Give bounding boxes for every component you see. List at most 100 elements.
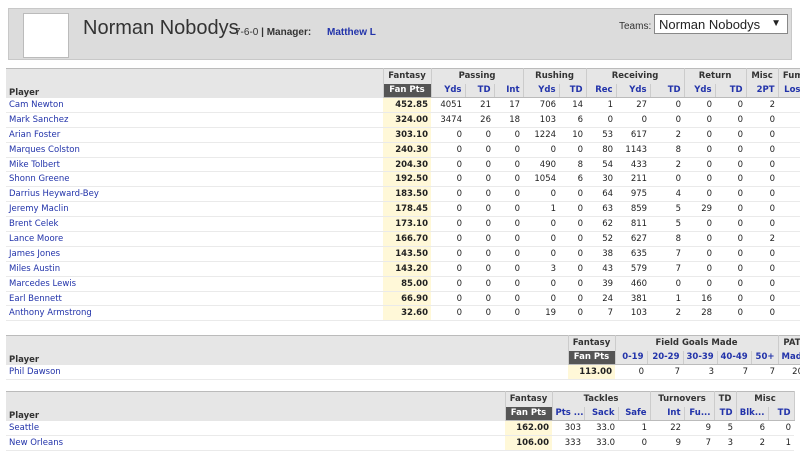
stat-cell: 29: [684, 201, 716, 218]
column-header[interactable]: TD: [768, 406, 795, 421]
player-name-link[interactable]: Miles Austin: [6, 261, 383, 277]
stat-cell: 1: [768, 435, 795, 451]
column-header[interactable]: 0-19: [615, 350, 648, 365]
player-name-link[interactable]: Seattle: [6, 420, 505, 436]
stat-cell: 706: [523, 97, 560, 113]
column-header[interactable]: Pts ...: [552, 406, 585, 421]
column-header[interactable]: Sack: [584, 406, 619, 421]
stat-cell: 1: [778, 216, 800, 233]
stat-cell: 103: [616, 305, 651, 322]
stat-cell: 0: [523, 246, 560, 262]
group-header: Misc: [746, 68, 779, 84]
table-row: Cam Newton452.85405121177061412700022: [6, 97, 800, 113]
teams-dropdown[interactable]: Norman Nobodys ▼: [654, 14, 788, 34]
stat-cell: 0: [559, 201, 587, 218]
stat-cell: 30: [586, 171, 617, 188]
column-header[interactable]: Lost: [778, 83, 800, 98]
stat-cell: 0: [494, 186, 524, 203]
column-header[interactable]: 2PT: [746, 83, 779, 98]
player-name-link[interactable]: Mike Tolbert: [6, 157, 383, 173]
stat-cell: 490: [523, 157, 560, 173]
stat-cell: 0: [465, 246, 494, 262]
stat-cell: 0: [494, 291, 524, 307]
stat-cell: 53: [586, 127, 617, 143]
player-column-header: Player: [6, 68, 384, 98]
player-name-link[interactable]: Phil Dawson: [6, 364, 568, 380]
player-name-link[interactable]: New Orleans: [6, 435, 505, 451]
table-row: James Jones143.50000003863570000: [6, 246, 800, 262]
player-name-link[interactable]: James Jones: [6, 246, 383, 262]
stat-cell: 7: [586, 305, 617, 322]
fan-pts-sort-header[interactable]: Fan Pts: [505, 406, 553, 421]
stat-cell: 0: [465, 261, 494, 277]
player-name-link[interactable]: Arian Foster: [6, 127, 383, 143]
column-header[interactable]: Int: [494, 83, 524, 98]
defense-table-body: Seattle 162.00 303 33.0 1 22 9 5 6 0 New Orleans 10…: [6, 420, 795, 451]
column-header[interactable]: Yds: [616, 83, 651, 98]
stat-cell: 0: [559, 142, 587, 158]
player-name-link[interactable]: Shonn Greene: [6, 171, 383, 188]
stat-cell: 0: [494, 127, 524, 143]
stat-cell: 0: [715, 97, 747, 113]
player-name-link[interactable]: Marques Colston: [6, 142, 383, 158]
stat-cell: 0: [431, 231, 465, 247]
manager-link[interactable]: Matthew L: [327, 27, 376, 38]
fan-pts-cell: 113.00: [568, 364, 615, 380]
stat-cell: 18: [494, 112, 524, 128]
column-header[interactable]: Made: [778, 350, 800, 365]
stat-cell: 0: [465, 216, 494, 233]
fan-pts-sort-header[interactable]: Fan Pts: [568, 350, 616, 365]
offense-table-body: Cam Newton452.85405121177061412700022Mar…: [6, 97, 800, 322]
column-header[interactable]: 40-49: [717, 350, 752, 365]
column-header[interactable]: Yds: [684, 83, 716, 98]
player-name-link[interactable]: Marcedes Lewis: [6, 276, 383, 292]
column-header[interactable]: Blk...: [736, 406, 769, 421]
column-header[interactable]: TD: [559, 83, 587, 98]
player-name-link[interactable]: Anthony Armstrong: [6, 305, 383, 322]
player-name-link[interactable]: Mark Sanchez: [6, 112, 383, 128]
column-header[interactable]: 20-29: [647, 350, 684, 365]
column-header[interactable]: 50+: [751, 350, 779, 365]
stat-cell: 5: [650, 216, 685, 233]
stat-cell: 0: [650, 171, 685, 188]
fan-pts-cell: 452.85: [383, 97, 431, 113]
stat-cell: 0: [431, 142, 465, 158]
stat-cell: 0: [431, 157, 465, 173]
column-header[interactable]: TD: [650, 83, 685, 98]
kicker-stats-table: Player Fantasy Field Goals Made PAT Fan Pts…: [6, 335, 800, 380]
stat-cell: 14: [559, 97, 587, 113]
fan-pts-cell: 173.10: [383, 216, 431, 233]
stat-cell: 1: [778, 171, 800, 188]
stat-cell: 7: [647, 364, 683, 380]
column-header[interactable]: Int: [650, 406, 685, 421]
column-header[interactable]: Yds: [523, 83, 560, 98]
player-name-link[interactable]: Cam Newton: [6, 97, 383, 113]
stat-cell: 627: [616, 231, 651, 247]
stat-cell: 0: [559, 216, 587, 233]
column-header[interactable]: Rec: [586, 83, 617, 98]
stat-cell: 3: [683, 364, 717, 380]
player-name-link[interactable]: Earl Bennett: [6, 291, 383, 307]
fan-pts-cell: 192.50: [383, 171, 431, 188]
column-header[interactable]: Yds: [431, 83, 466, 98]
stat-cell: 0: [559, 231, 587, 247]
player-name-link[interactable]: Lance Moore: [6, 231, 383, 247]
player-name-link[interactable]: Brent Celek: [6, 216, 383, 233]
stat-cell: 0: [650, 112, 685, 128]
stat-cell: 2: [746, 231, 779, 247]
stat-cell: 1143: [616, 142, 651, 158]
fan-pts-sort-header[interactable]: Fan Pts: [383, 83, 432, 98]
column-header[interactable]: TD: [465, 83, 495, 98]
column-header[interactable]: Fu...: [684, 406, 715, 421]
stat-cell: 0: [465, 305, 494, 322]
player-name-link[interactable]: Jeremy Maclin: [6, 201, 383, 218]
stat-cell: 0: [715, 261, 747, 277]
player-name-link[interactable]: Darrius Heyward-Bey: [6, 186, 383, 203]
column-header[interactable]: TD: [714, 406, 737, 421]
column-header[interactable]: Safe: [618, 406, 651, 421]
column-header[interactable]: TD: [715, 83, 747, 98]
fan-pts-cell: 85.00: [383, 276, 431, 292]
column-header[interactable]: 30-39: [683, 350, 718, 365]
stat-cell: 1: [778, 142, 800, 158]
stat-cell: 0: [465, 201, 494, 218]
